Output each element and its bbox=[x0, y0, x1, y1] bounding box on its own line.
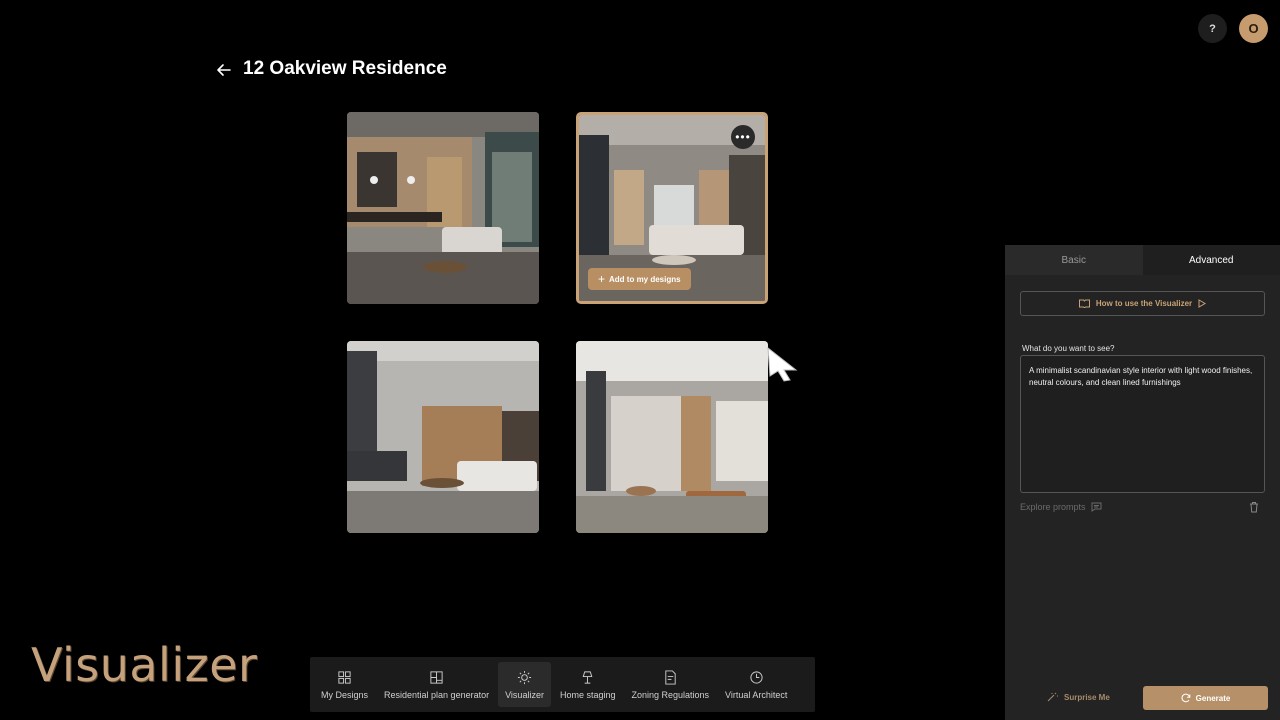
explore-prompts-label: Explore prompts bbox=[1020, 502, 1086, 512]
floorplan-icon bbox=[430, 670, 443, 684]
nav-my-designs[interactable]: My Designs bbox=[314, 662, 375, 707]
generate-label: Generate bbox=[1195, 693, 1231, 703]
play-icon bbox=[1198, 299, 1207, 308]
nav-label: Visualizer bbox=[505, 689, 544, 700]
page-title: 12 Oakview Residence bbox=[243, 58, 447, 79]
nav-label: Residential plan generator bbox=[384, 689, 490, 700]
design-image-2-selected[interactable]: ••• + Add to my designs bbox=[576, 112, 768, 304]
chat-icon bbox=[1091, 502, 1102, 512]
grid-icon bbox=[338, 670, 351, 684]
prompt-label: What do you want to see? bbox=[1022, 344, 1115, 353]
nav-home-staging[interactable]: Home staging bbox=[553, 662, 623, 707]
nav-residential-plan-generator[interactable]: Residential plan generator bbox=[377, 662, 496, 707]
design-image-1[interactable] bbox=[347, 112, 539, 304]
lamp-icon bbox=[582, 670, 593, 684]
nav-label: Home staging bbox=[559, 689, 616, 700]
generate-button[interactable]: Generate bbox=[1143, 686, 1268, 710]
magic-icon bbox=[1047, 692, 1058, 702]
book-icon bbox=[1078, 299, 1090, 308]
surprise-me-button[interactable]: Surprise Me bbox=[1047, 692, 1110, 702]
tab-advanced[interactable]: Advanced bbox=[1142, 245, 1280, 275]
design-image-4[interactable] bbox=[576, 341, 768, 533]
plus-icon: + bbox=[598, 272, 606, 286]
nav-label: Zoning Regulations bbox=[631, 689, 710, 700]
surprise-me-label: Surprise Me bbox=[1064, 692, 1110, 702]
how-to-use-button[interactable]: How to use the Visualizer bbox=[1020, 291, 1265, 316]
document-icon bbox=[665, 669, 676, 685]
nav-visualizer[interactable]: Visualizer bbox=[498, 662, 551, 707]
visualizer-panel: Basic Advanced How to use the Visualizer… bbox=[1005, 245, 1280, 720]
trash-icon[interactable] bbox=[1249, 501, 1259, 513]
nav-virtual-architect[interactable]: Virtual Architect bbox=[718, 662, 794, 707]
nav-label: Virtual Architect bbox=[725, 689, 788, 700]
compass-icon bbox=[750, 670, 763, 684]
cursor-icon bbox=[767, 346, 798, 382]
refresh-icon bbox=[1181, 693, 1190, 703]
more-options-button[interactable]: ••• bbox=[731, 125, 755, 149]
panel-tabs: Basic Advanced bbox=[1005, 245, 1280, 275]
help-button[interactable]: ? bbox=[1198, 14, 1227, 43]
design-image-3[interactable] bbox=[347, 341, 539, 533]
nav-zoning-regulations[interactable]: Zoning Regulations bbox=[624, 662, 716, 707]
back-arrow-icon[interactable] bbox=[214, 60, 234, 80]
add-to-my-designs-label: Add to my designs bbox=[609, 274, 681, 284]
bottom-navigation: My Designs Residential plan generator Vi… bbox=[310, 657, 815, 712]
add-to-my-designs-button[interactable]: + Add to my designs bbox=[588, 268, 691, 290]
explore-prompts-link[interactable]: Explore prompts bbox=[1020, 502, 1102, 512]
sun-icon bbox=[517, 670, 532, 684]
avatar[interactable]: O bbox=[1239, 14, 1268, 43]
how-to-use-label: How to use the Visualizer bbox=[1095, 299, 1193, 308]
visualizer-watermark: Visualizer bbox=[31, 638, 258, 692]
nav-label: My Designs bbox=[321, 689, 369, 700]
tab-basic[interactable]: Basic bbox=[1005, 245, 1143, 275]
prompt-textarea[interactable]: A minimalist scandinavian style interior… bbox=[1020, 355, 1265, 493]
